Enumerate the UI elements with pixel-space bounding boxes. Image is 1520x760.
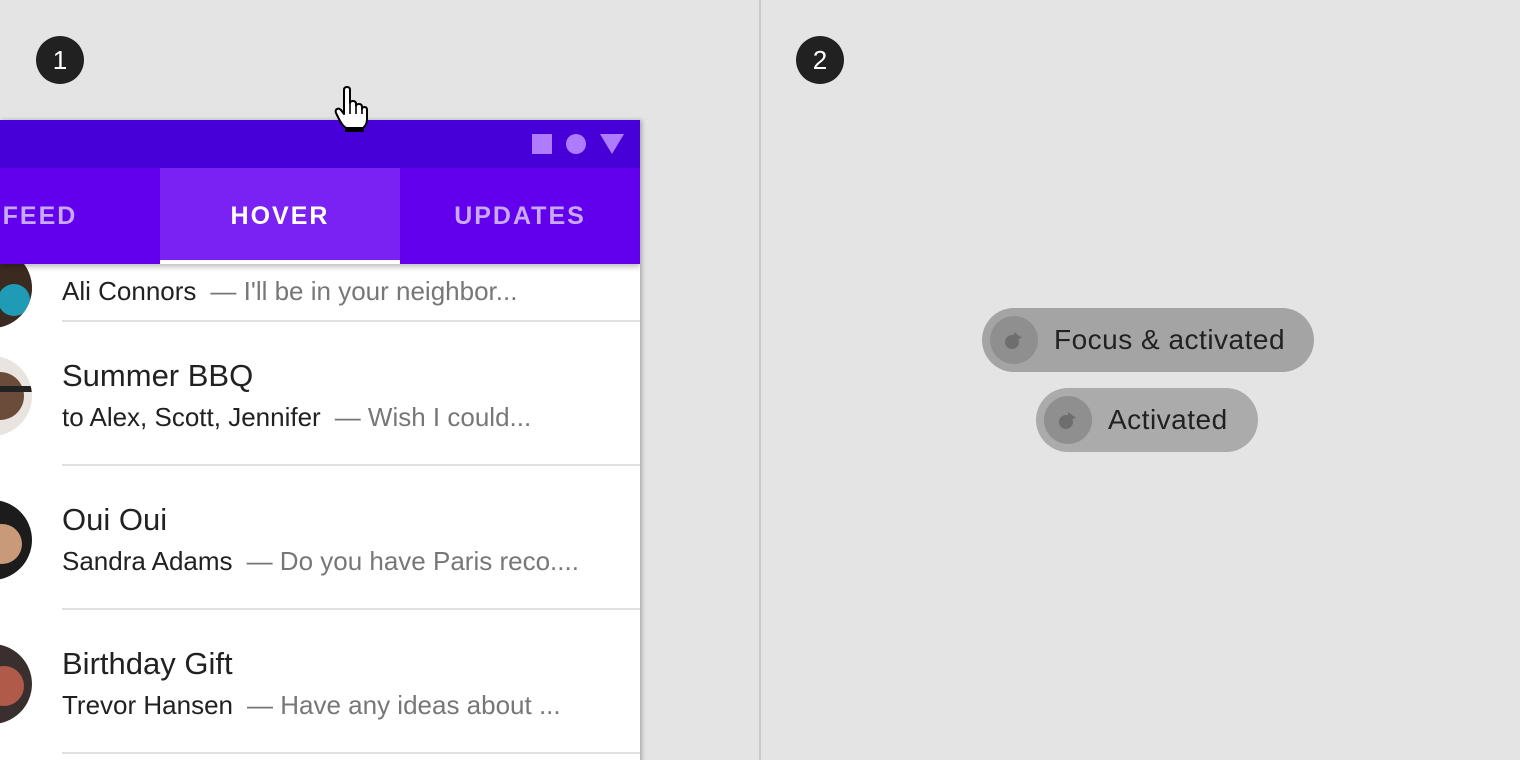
tab-selection-indicator [160, 260, 400, 264]
item-title: Oui Oui [62, 502, 168, 537]
item-title: Birthday Gift [62, 646, 233, 681]
step-number-badge: 2 [796, 36, 844, 84]
item-preview: — Do you have Paris reco.... [246, 546, 579, 576]
item-title: Summer BBQ [62, 358, 254, 393]
triangle-icon [600, 134, 624, 154]
chip-label: Activated [1108, 404, 1228, 435]
item-sender: Sandra Adams [62, 546, 233, 576]
list-item[interactable]: Summer BBQ to Alex, Scott, Jennifer — Wis… [0, 322, 640, 466]
hand-cursor-icon [334, 86, 368, 132]
list-item[interactable]: Birthday Gift Trevor Hansen — Have any id… [0, 610, 640, 754]
tab-updates[interactable]: UPDATES [400, 168, 640, 264]
item-sender: Ali Connors [62, 276, 197, 306]
item-subtitle: to Alex, Scott, Jennifer — Wish I could..… [62, 402, 531, 433]
item-sender: Trevor Hansen [62, 690, 233, 720]
example-panel-1: 1 Ali Connors — I'll be in your neighbor.… [0, 0, 760, 760]
avatar [0, 500, 32, 580]
square-icon [532, 134, 552, 154]
item-preview: — Wish I could... [334, 402, 532, 432]
tab-feed[interactable]: FEED [0, 168, 160, 264]
example-panel-2: 2 Focus & activated Activated [761, 0, 1520, 760]
avatar-placeholder-icon [990, 316, 1038, 364]
item-preview: — Have any ideas about ... [247, 690, 561, 720]
tab-bar: FEED HOVER UPDATES [0, 168, 640, 264]
item-subtitle: Ali Connors — I'll be in your neighbor... [62, 276, 517, 307]
avatar [0, 356, 32, 436]
list-item[interactable]: Oui Oui Sandra Adams — Do you have Paris … [0, 466, 640, 610]
circle-icon [566, 134, 586, 154]
item-subtitle: Trevor Hansen — Have any ideas about ... [62, 690, 561, 721]
chip-label: Focus & activated [1054, 324, 1286, 355]
tab-hover[interactable]: HOVER [160, 168, 400, 264]
step-number-badge: 1 [36, 36, 84, 84]
status-icons [532, 134, 624, 154]
list-divider [62, 752, 640, 754]
item-sender: to Alex, Scott, Jennifer [62, 402, 321, 432]
item-subtitle: Sandra Adams — Do you have Paris reco.... [62, 546, 579, 577]
avatar-placeholder-icon [1044, 396, 1092, 444]
chip-focus-activated[interactable]: Focus & activated [982, 308, 1314, 372]
item-preview: — I'll be in your neighbor... [210, 276, 518, 306]
app-screen: Ali Connors — I'll be in your neighbor...… [0, 120, 640, 760]
chip-activated[interactable]: Activated [1036, 388, 1258, 452]
avatar [0, 644, 32, 724]
